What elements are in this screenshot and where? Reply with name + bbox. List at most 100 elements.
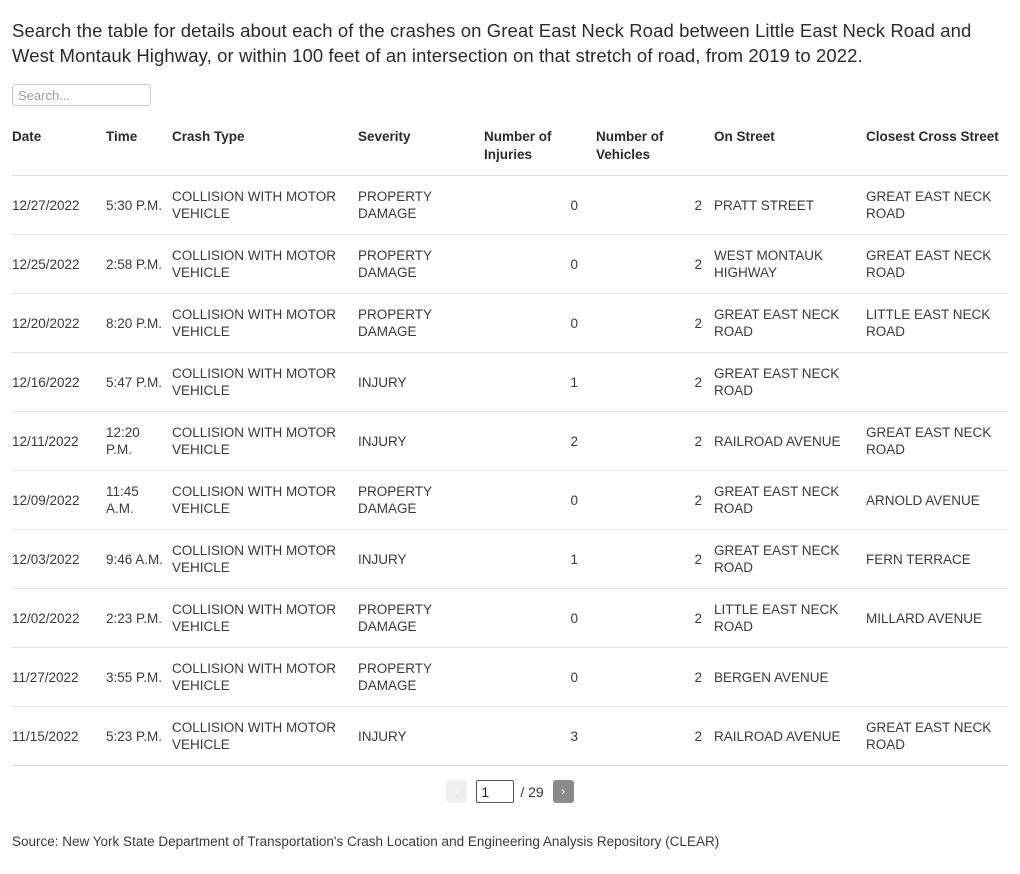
- cell-sev: INJURY: [358, 411, 484, 471]
- table-header: Date Time Crash Type Severity Number of …: [12, 128, 1008, 176]
- cell-on: PRATT STREET: [714, 175, 866, 235]
- cell-veh: 2: [596, 470, 714, 530]
- search-input[interactable]: [12, 84, 151, 106]
- cell-type: COLLISION WITH MOTOR VEHICLE: [172, 470, 358, 530]
- table-row: 12/09/2022 11:45 A.M. COLLISION WITH MOTOR…: [12, 470, 1008, 530]
- cell-type: COLLISION WITH MOTOR VEHICLE: [172, 647, 358, 707]
- column-header-on-street[interactable]: On Street: [714, 128, 866, 176]
- cell-time: 2:23 P.M.: [106, 588, 172, 648]
- source-citation: Source: New York State Department of Tra…: [12, 834, 720, 849]
- cell-veh: 2: [596, 234, 714, 294]
- cell-veh: 2: [596, 293, 714, 353]
- cell-time: 2:58 P.M.: [106, 234, 172, 294]
- cell-type: COLLISION WITH MOTOR VEHICLE: [172, 411, 358, 471]
- cell-type: COLLISION WITH MOTOR VEHICLE: [172, 293, 358, 353]
- column-header-crash-type[interactable]: Crash Type: [172, 128, 358, 176]
- cell-cross: FERN TERRACE: [866, 529, 1008, 589]
- table-row: 12/25/2022 2:58 P.M. COLLISION WITH MOTOR …: [12, 234, 1008, 294]
- column-header-time[interactable]: Time: [106, 128, 172, 176]
- next-page-button[interactable]: ›: [552, 780, 574, 803]
- table-row: 12/20/2022 8:20 P.M. COLLISION WITH MOTOR …: [12, 293, 1008, 353]
- cell-type: COLLISION WITH MOTOR VEHICLE: [172, 706, 358, 766]
- cell-cross: MILLARD AVENUE: [866, 588, 1008, 648]
- cell-inj: 1: [484, 352, 596, 412]
- cell-veh: 2: [596, 647, 714, 707]
- column-header-date[interactable]: Date: [12, 128, 106, 176]
- cell-date: 12/02/2022: [12, 588, 106, 648]
- previous-page-button[interactable]: ‹: [446, 780, 468, 803]
- page-description: Search the table for details about each …: [12, 20, 972, 66]
- cell-type: COLLISION WITH MOTOR VEHICLE: [172, 234, 358, 294]
- cell-sev: INJURY: [358, 706, 484, 766]
- table-row: 11/15/2022 5:23 P.M. COLLISION WITH MOTOR …: [12, 706, 1008, 766]
- cell-on: GREAT EAST NECK ROAD: [714, 293, 866, 353]
- cell-date: 12/25/2022: [12, 234, 106, 294]
- cell-inj: 1: [484, 529, 596, 589]
- cell-veh: 2: [596, 529, 714, 589]
- table-header-row: Date Time Crash Type Severity Number of …: [12, 128, 1008, 176]
- pagination: ‹ / 29 ›: [12, 766, 1008, 813]
- cell-time: 5:47 P.M.: [106, 352, 172, 412]
- cell-sev: PROPERTY DAMAGE: [358, 588, 484, 648]
- cell-type: COLLISION WITH MOTOR VEHICLE: [172, 175, 358, 235]
- cell-veh: 2: [596, 352, 714, 412]
- cell-sev: PROPERTY DAMAGE: [358, 175, 484, 235]
- cell-date: 12/27/2022: [12, 175, 106, 235]
- cell-sev: INJURY: [358, 529, 484, 589]
- cell-sev: PROPERTY DAMAGE: [358, 470, 484, 530]
- cell-date: 11/15/2022: [12, 706, 106, 766]
- cell-inj: 0: [484, 647, 596, 707]
- cell-on: GREAT EAST NECK ROAD: [714, 352, 866, 412]
- cell-type: COLLISION WITH MOTOR VEHICLE: [172, 352, 358, 412]
- column-header-number-of-injuries[interactable]: Number of Injuries: [484, 128, 596, 176]
- table-row: 12/27/2022 5:30 P.M. COLLISION WITH MOTOR …: [12, 175, 1008, 235]
- cell-veh: 2: [596, 706, 714, 766]
- cell-date: 12/09/2022: [12, 470, 106, 530]
- cell-veh: 2: [596, 175, 714, 235]
- search-container: [12, 84, 1008, 106]
- table-row: 11/27/2022 3:55 P.M. COLLISION WITH MOTOR …: [12, 647, 1008, 707]
- cell-time: 9:46 A.M.: [106, 529, 172, 589]
- cell-inj: 3: [484, 706, 596, 766]
- total-pages-label: / 29: [520, 783, 544, 800]
- cell-cross: GREAT EAST NECK ROAD: [866, 706, 1008, 766]
- cell-time: 3:55 P.M.: [106, 647, 172, 707]
- cell-veh: 2: [596, 588, 714, 648]
- cell-sev: PROPERTY DAMAGE: [358, 234, 484, 294]
- cell-inj: 2: [484, 411, 596, 471]
- page-container: Search the table for details about each …: [0, 0, 1020, 851]
- cell-on: RAILROAD AVENUE: [714, 411, 866, 471]
- page-number-input[interactable]: [476, 780, 515, 803]
- cell-date: 12/16/2022: [12, 352, 106, 412]
- cell-inj: 0: [484, 293, 596, 353]
- table-row: 12/11/2022 12:20 P.M. COLLISION WITH MOTOR…: [12, 411, 1008, 471]
- cell-time: 12:20 P.M.: [106, 411, 172, 471]
- table-row: 12/02/2022 2:23 P.M. COLLISION WITH MOTOR …: [12, 588, 1008, 648]
- cell-time: 5:30 P.M.: [106, 175, 172, 235]
- cell-inj: 0: [484, 470, 596, 530]
- column-header-severity[interactable]: Severity: [358, 128, 484, 176]
- cell-on: RAILROAD AVENUE: [714, 706, 866, 766]
- cell-cross: [866, 647, 1008, 707]
- cell-sev: PROPERTY DAMAGE: [358, 647, 484, 707]
- cell-on: GREAT EAST NECK ROAD: [714, 470, 866, 530]
- table-row: 12/03/2022 9:46 A.M. COLLISION WITH MOTOR …: [12, 529, 1008, 589]
- cell-cross: LITTLE EAST NECK ROAD: [866, 293, 1008, 353]
- table-body: 12/27/2022 5:30 P.M. COLLISION WITH MOTOR …: [12, 175, 1008, 766]
- cell-time: 11:45 A.M.: [106, 470, 172, 530]
- cell-time: 5:23 P.M.: [106, 706, 172, 766]
- table-row: 12/16/2022 5:47 P.M. COLLISION WITH MOTOR …: [12, 352, 1008, 412]
- crash-table: Date Time Crash Type Severity Number of …: [12, 128, 1008, 766]
- cell-time: 8:20 P.M.: [106, 293, 172, 353]
- column-header-number-of-vehicles[interactable]: Number of Vehicles: [596, 128, 714, 176]
- cell-cross: GREAT EAST NECK ROAD: [866, 175, 1008, 235]
- cell-on: BERGEN AVENUE: [714, 647, 866, 707]
- cell-cross: GREAT EAST NECK ROAD: [866, 234, 1008, 294]
- cell-cross: GREAT EAST NECK ROAD: [866, 411, 1008, 471]
- cell-sev: PROPERTY DAMAGE: [358, 293, 484, 353]
- cell-sev: INJURY: [358, 352, 484, 412]
- cell-inj: 0: [484, 175, 596, 235]
- column-header-closest-cross-street[interactable]: Closest Cross Street: [866, 128, 1008, 176]
- cell-type: COLLISION WITH MOTOR VEHICLE: [172, 588, 358, 648]
- cell-date: 12/03/2022: [12, 529, 106, 589]
